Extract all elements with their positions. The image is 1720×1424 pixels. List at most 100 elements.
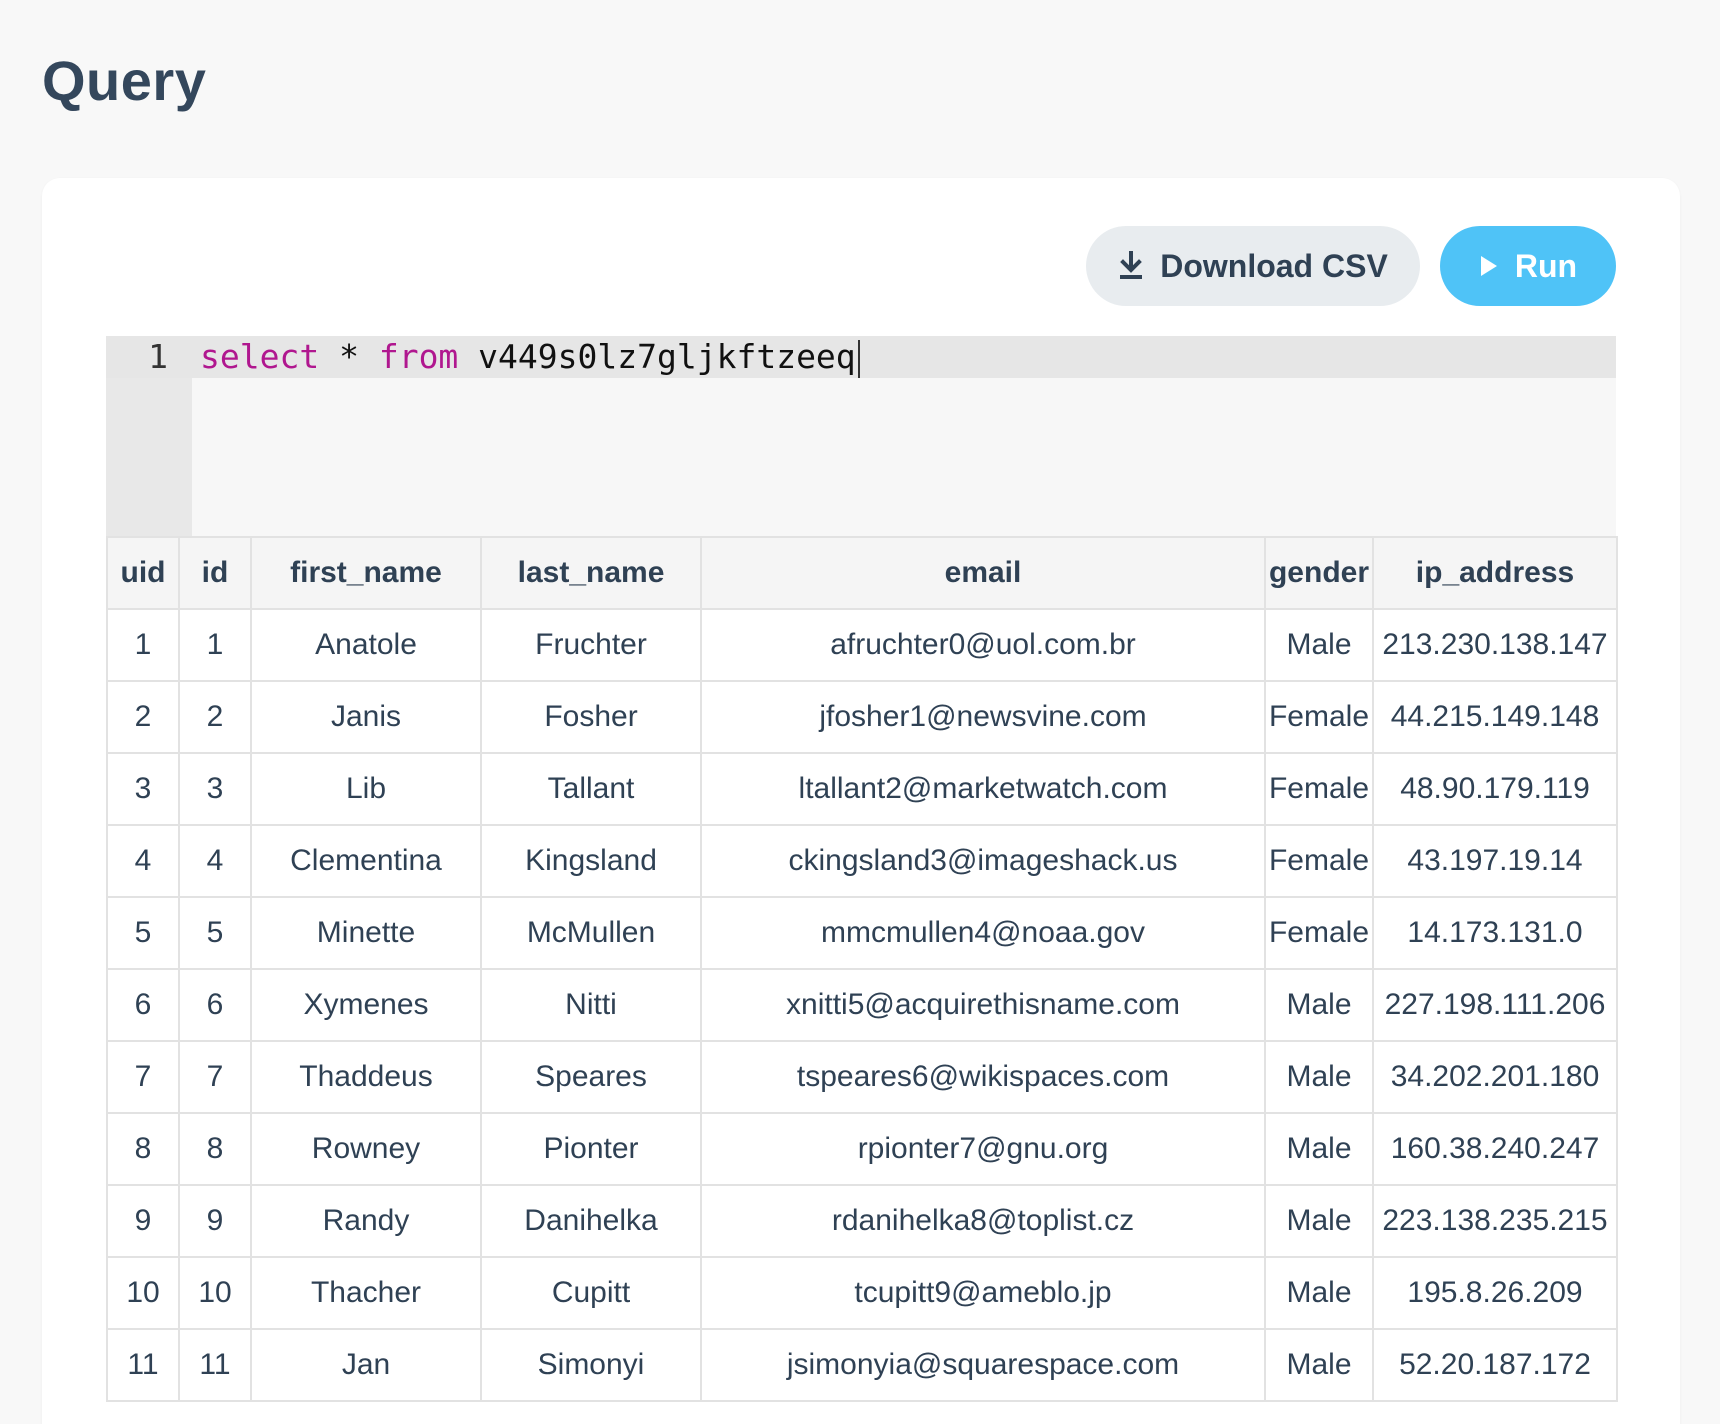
table-cell-first-name: Anatole <box>250 608 482 682</box>
table-cell-last-name: Fosher <box>480 680 702 754</box>
table-cell-ip-address: 52.20.187.172 <box>1372 1328 1618 1402</box>
table-cell-ip-address: 44.215.149.148 <box>1372 680 1618 754</box>
table-cell-gender: Female <box>1264 896 1374 970</box>
column-header-gender[interactable]: gender <box>1264 536 1374 610</box>
table-cell-first-name: Rowney <box>250 1112 482 1186</box>
table-cell-gender: Male <box>1264 1328 1374 1402</box>
table-cell-id: 7 <box>178 1040 252 1114</box>
table-cell-id: 4 <box>178 824 252 898</box>
table-cell-email: mmcmullen4@noaa.gov <box>700 896 1266 970</box>
run-button[interactable]: Run <box>1440 226 1616 306</box>
table-row: 6 6 Xymenes Nitti xnitti5@acquirethisname.co… <box>106 968 1618 1042</box>
toolbar: Download CSV Run <box>1086 226 1616 306</box>
column-header-id[interactable]: id <box>178 536 252 610</box>
table-cell-id: 5 <box>178 896 252 970</box>
table-cell-email: ckingsland3@imageshack.us <box>700 824 1266 898</box>
table-cell-email: tcupitt9@ameblo.jp <box>700 1256 1266 1330</box>
play-icon <box>1479 254 1499 278</box>
table-cell-uid: 2 <box>106 680 180 754</box>
table-cell-email: afruchter0@uol.com.br <box>700 608 1266 682</box>
table-cell-id: 2 <box>178 680 252 754</box>
table-cell-first-name: Randy <box>250 1184 482 1258</box>
download-csv-button[interactable]: Download CSV <box>1086 226 1420 306</box>
table-row: 4 4 Clementina Kingsland ckingsland3@imagesh… <box>106 824 1618 898</box>
table-cell-last-name: Kingsland <box>480 824 702 898</box>
table-cell-email: xnitti5@acquirethisname.com <box>700 968 1266 1042</box>
table-cell-ip-address: 223.138.235.215 <box>1372 1184 1618 1258</box>
table-cell-ip-address: 34.202.201.180 <box>1372 1040 1618 1114</box>
table-cell-uid: 10 <box>106 1256 180 1330</box>
table-cell-uid: 1 <box>106 608 180 682</box>
query-page: Query Download CSV Run 1 select * from v… <box>0 0 1720 1424</box>
table-cell-gender: Male <box>1264 1184 1374 1258</box>
table-row: 11 11 Jan Simonyi jsimonyia@squarespace.com M… <box>106 1328 1618 1402</box>
table-cell-id: 8 <box>178 1112 252 1186</box>
table-cell-first-name: Thaddeus <box>250 1040 482 1114</box>
header-row: uid id first_name last_name email gender ip_ad… <box>106 536 1618 610</box>
table-cell-id: 6 <box>178 968 252 1042</box>
table-cell-gender: Female <box>1264 824 1374 898</box>
table-row: 3 3 Lib Tallant ltallant2@marketwatch.com Fem… <box>106 752 1618 826</box>
column-header-email[interactable]: email <box>700 536 1266 610</box>
keyword-from: from <box>378 337 459 376</box>
column-header-last-name[interactable]: last_name <box>480 536 702 610</box>
table-cell-ip-address: 14.173.131.0 <box>1372 896 1618 970</box>
table-cell-id: 3 <box>178 752 252 826</box>
download-icon <box>1118 251 1144 281</box>
table-cell-ip-address: 43.197.19.14 <box>1372 824 1618 898</box>
table-row: 1 1 Anatole Fruchter afruchter0@uol.com.br Ma… <box>106 608 1618 682</box>
table-cell-first-name: Thacher <box>250 1256 482 1330</box>
table-cell-ip-address: 227.198.111.206 <box>1372 968 1618 1042</box>
line-number: 1 <box>148 337 168 376</box>
table-cell-email: jfosher1@newsvine.com <box>700 680 1266 754</box>
table-cell-first-name: Minette <box>250 896 482 970</box>
table-cell-gender: Male <box>1264 1112 1374 1186</box>
table-cell-uid: 6 <box>106 968 180 1042</box>
table-cell-id: 10 <box>178 1256 252 1330</box>
table-cell-last-name: Simonyi <box>480 1328 702 1402</box>
download-csv-label: Download CSV <box>1160 247 1388 284</box>
table-cell-email: rpionter7@gnu.org <box>700 1112 1266 1186</box>
sql-editor[interactable]: 1 select * from v449s0lz7gljkftzeeq <box>106 336 1616 536</box>
table-cell-first-name: Xymenes <box>250 968 482 1042</box>
table-cell-ip-address: 160.38.240.247 <box>1372 1112 1618 1186</box>
results-table: uid id first_name last_name email gender ip_ad… <box>106 536 1618 1402</box>
table-row: 10 10 Thacher Cupitt tcupitt9@ameblo.jp Male 1… <box>106 1256 1618 1330</box>
results-body: 1 1 Anatole Fruchter afruchter0@uol.com.br Ma… <box>106 608 1618 1402</box>
table-cell-gender: Female <box>1264 752 1374 826</box>
table-row: 9 9 Randy Danihelka rdanihelka8@toplist.cz Ma… <box>106 1184 1618 1258</box>
table-cell-ip-address: 213.230.138.147 <box>1372 608 1618 682</box>
table-cell-last-name: McMullen <box>480 896 702 970</box>
table-cell-uid: 9 <box>106 1184 180 1258</box>
table-cell-first-name: Clementina <box>250 824 482 898</box>
table-cell-last-name: Pionter <box>480 1112 702 1186</box>
table-name: v449s0lz7gljkftzeeq <box>458 337 856 376</box>
table-cell-gender: Male <box>1264 608 1374 682</box>
table-cell-gender: Male <box>1264 1256 1374 1330</box>
table-cell-email: tspeares6@wikispaces.com <box>700 1040 1266 1114</box>
code-line[interactable]: select * from v449s0lz7gljkftzeeq <box>200 336 860 378</box>
page-title: Query <box>42 49 207 112</box>
column-header-ip-address[interactable]: ip_address <box>1372 536 1618 610</box>
table-cell-email: jsimonyia@squarespace.com <box>700 1328 1266 1402</box>
table-cell-first-name: Janis <box>250 680 482 754</box>
text-cursor <box>857 339 860 378</box>
table-cell-email: rdanihelka8@toplist.cz <box>700 1184 1266 1258</box>
table-row: 5 5 Minette McMullen mmcmullen4@noaa.gov Fema… <box>106 896 1618 970</box>
table-cell-gender: Male <box>1264 1040 1374 1114</box>
table-row: 7 7 Thaddeus Speares tspeares6@wikispaces.co… <box>106 1040 1618 1114</box>
table-cell-last-name: Nitti <box>480 968 702 1042</box>
table-cell-last-name: Tallant <box>480 752 702 826</box>
table-cell-first-name: Lib <box>250 752 482 826</box>
table-row: 2 2 Janis Fosher jfosher1@newsvine.com Female… <box>106 680 1618 754</box>
table-cell-id: 1 <box>178 608 252 682</box>
table-cell-last-name: Cupitt <box>480 1256 702 1330</box>
table-row: 8 8 Rowney Pionter rpionter7@gnu.org Male 160.… <box>106 1112 1618 1186</box>
table-cell-last-name: Danihelka <box>480 1184 702 1258</box>
table-cell-uid: 4 <box>106 824 180 898</box>
query-card: Download CSV Run 1 select * from v449s0l… <box>42 178 1680 1424</box>
table-cell-email: ltallant2@marketwatch.com <box>700 752 1266 826</box>
column-header-first-name[interactable]: first_name <box>250 536 482 610</box>
column-header-uid[interactable]: uid <box>106 536 180 610</box>
table-cell-uid: 8 <box>106 1112 180 1186</box>
